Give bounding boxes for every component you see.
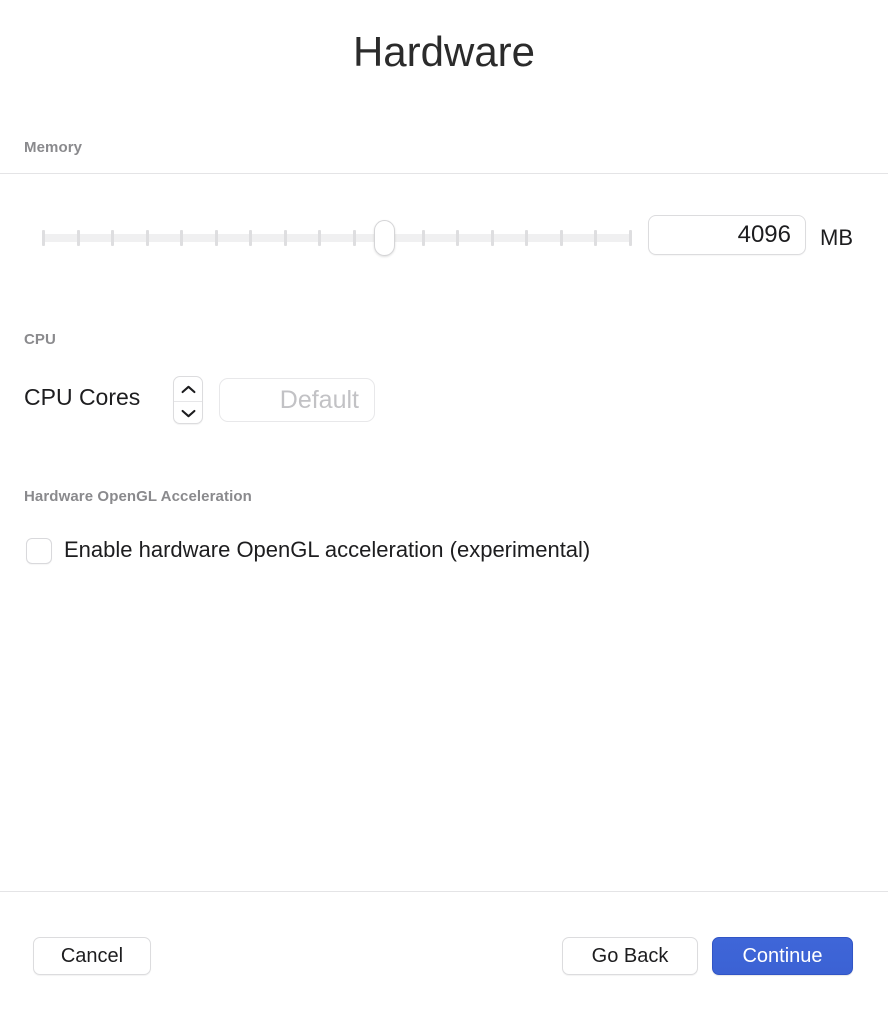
slider-tick	[421, 230, 425, 246]
go-back-button[interactable]: Go Back	[562, 937, 698, 975]
slider-tick	[180, 230, 184, 246]
slider-tick	[594, 230, 598, 246]
page-title: Hardware	[352, 28, 536, 75]
opengl-checkbox-row[interactable]: Enable hardware OpenGL acceleration (exp…	[0, 535, 888, 569]
slider-tick	[456, 230, 460, 246]
memory-value-input[interactable]: 4096	[648, 215, 806, 255]
slider-tick	[490, 230, 494, 246]
chevron-down-icon	[181, 409, 196, 418]
slider-tick	[629, 230, 632, 246]
memory-value-text: 4096	[737, 221, 791, 248]
slider-tick	[559, 230, 563, 246]
cancel-button[interactable]: Cancel	[33, 937, 151, 975]
stepper-down-button[interactable]	[174, 401, 202, 423]
slider-thumb[interactable]	[374, 220, 396, 256]
slider-ticks	[42, 230, 632, 246]
stepper-up-button[interactable]	[174, 377, 202, 401]
slider-tick	[42, 230, 45, 246]
slider-tick	[76, 230, 80, 246]
opengl-checkbox[interactable]	[26, 538, 52, 564]
section-header-cpu: CPU	[24, 331, 56, 348]
slider-tick	[525, 230, 529, 246]
continue-button[interactable]: Continue	[712, 937, 853, 975]
slider-tick	[111, 230, 115, 246]
cpu-cores-stepper[interactable]	[173, 376, 203, 424]
memory-slider[interactable]	[42, 220, 632, 256]
slider-tick	[214, 230, 218, 246]
memory-row: 4096 MB	[0, 205, 888, 271]
footer-divider	[0, 891, 888, 892]
memory-unit-label: MB	[820, 225, 853, 250]
slider-tick	[352, 230, 356, 246]
cpu-cores-label: CPU Cores	[24, 384, 141, 410]
slider-tick	[249, 230, 253, 246]
slider-tick	[283, 230, 287, 246]
cpu-cores-placeholder: Default	[279, 385, 359, 414]
cpu-cores-row: CPU Cores Default	[0, 376, 888, 426]
chevron-up-icon	[181, 385, 196, 394]
opengl-checkbox-label: Enable hardware OpenGL acceleration (exp…	[64, 537, 591, 562]
memory-section-divider	[0, 173, 888, 174]
slider-tick	[318, 230, 322, 246]
slider-tick	[145, 230, 149, 246]
section-header-memory: Memory	[24, 139, 83, 156]
section-header-opengl: Hardware OpenGL Acceleration	[24, 488, 252, 505]
cpu-cores-input[interactable]: Default	[219, 378, 375, 422]
